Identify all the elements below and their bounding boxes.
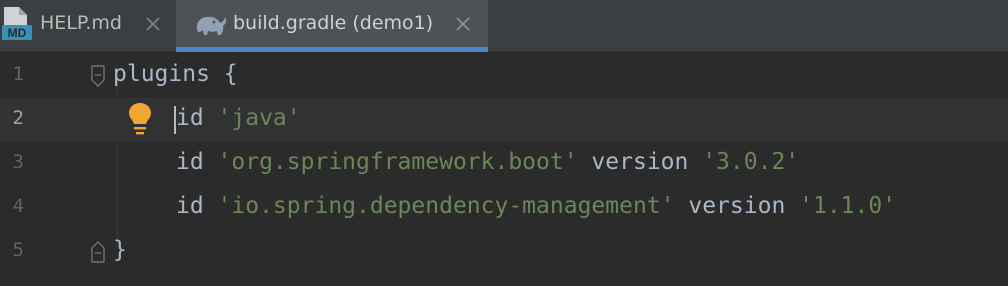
code-text: id 'org.springframework.boot' version '3… [176, 149, 799, 175]
code-line-4[interactable]: 4 id 'io.spring.dependency-management' v… [0, 186, 1008, 230]
line-number: 2 [12, 107, 24, 129]
code-line-3[interactable]: 3 id 'org.springframework.boot' version … [0, 142, 1008, 186]
tab-help-md[interactable]: MD HELP.md [0, 0, 176, 52]
code-text: id 'io.spring.dependency-management' ver… [176, 193, 896, 219]
code-string-token: '3.0.2' [702, 149, 800, 175]
code-string-token: '1.1.0' [799, 193, 897, 219]
gradle-elephant-icon [196, 16, 227, 35]
intention-bulb-icon[interactable] [127, 101, 153, 137]
code-token: id [176, 105, 218, 131]
markdown-file-icon: MD [2, 7, 32, 40]
code-string-token: 'org.springframework.boot' [217, 149, 578, 175]
code-line-5[interactable]: 5 } [0, 230, 1008, 274]
editor-tab-bar: MD HELP.md build.gradle (demo1) [0, 0, 1008, 52]
code-editor[interactable]: 1 plugins { 2 id 'java' 3 id 'org.spring… [0, 52, 1008, 286]
line-number: 3 [12, 151, 24, 173]
line-number: 4 [12, 195, 24, 217]
fold-marker-icon[interactable] [90, 64, 106, 90]
code-token: version [674, 193, 800, 219]
line-number: 5 [12, 239, 24, 261]
code-token: version [577, 149, 703, 175]
code-line-2[interactable]: 2 id 'java' [0, 98, 1008, 142]
code-token: id [176, 149, 218, 175]
close-tab-build-gradle-icon[interactable] [454, 15, 472, 33]
tab-build-gradle[interactable]: build.gradle (demo1) [176, 0, 488, 52]
fold-end-marker-icon[interactable] [90, 238, 106, 264]
code-string-token: 'io.spring.dependency-management' [217, 193, 675, 219]
markdown-icon-text: MD [8, 26, 27, 40]
code-text: plugins { [113, 61, 238, 87]
line-number: 1 [12, 63, 24, 85]
code-line-1[interactable]: 1 plugins { [0, 54, 1008, 98]
code-token: } [113, 237, 127, 263]
code-text: } [113, 237, 127, 263]
code-string-token: 'java' [217, 105, 301, 131]
code-token: plugins { [113, 61, 238, 87]
tab-build-gradle-label: build.gradle (demo1) [233, 12, 434, 34]
code-text: id 'java' [176, 105, 301, 131]
tab-help-md-label: HELP.md [40, 12, 122, 34]
code-token: id [176, 193, 218, 219]
close-tab-help-icon[interactable] [144, 15, 162, 33]
